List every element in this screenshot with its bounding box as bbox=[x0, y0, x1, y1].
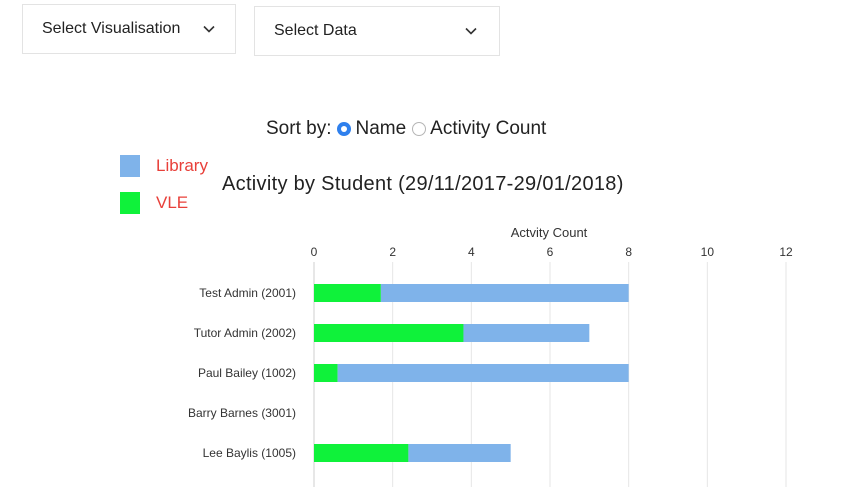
chart-category-labels: Test Admin (2001) Tutor Admin (2002) Paul … bbox=[188, 286, 296, 460]
bar-vle bbox=[314, 324, 464, 342]
bar-vle bbox=[314, 444, 409, 462]
x-axis-label: Actvity Count bbox=[511, 225, 588, 240]
bar-chart: 0 2 4 6 8 10 12 Test Admin (2001) Tutor Admin (… bbox=[188, 225, 793, 487]
x-tick-label-2: 2 bbox=[389, 245, 396, 259]
x-tick-label-0: 0 bbox=[311, 245, 318, 259]
chart-x-ticks: 0 2 4 6 8 10 12 bbox=[311, 245, 793, 259]
category-label: Barry Barnes (3001) bbox=[188, 406, 296, 420]
main-panel: Select Visualisation Select Data Sort by… bbox=[0, 0, 846, 487]
x-tick-label-12: 12 bbox=[779, 245, 793, 259]
bar-library bbox=[408, 444, 511, 462]
category-label: Test Admin (2001) bbox=[199, 286, 296, 300]
x-tick-label-6: 6 bbox=[547, 245, 554, 259]
x-tick-label-4: 4 bbox=[468, 245, 475, 259]
bar-library bbox=[337, 364, 629, 382]
x-tick-label-8: 8 bbox=[625, 245, 632, 259]
category-label: Paul Bailey (1002) bbox=[198, 366, 296, 380]
category-label: Tutor Admin (2002) bbox=[194, 326, 296, 340]
x-tick-label-10: 10 bbox=[701, 245, 715, 259]
category-label: Lee Baylis (1005) bbox=[203, 446, 296, 460]
bar-library bbox=[463, 324, 590, 342]
bar-vle bbox=[314, 284, 381, 302]
bar-vle bbox=[314, 364, 338, 382]
bar-library bbox=[380, 284, 629, 302]
